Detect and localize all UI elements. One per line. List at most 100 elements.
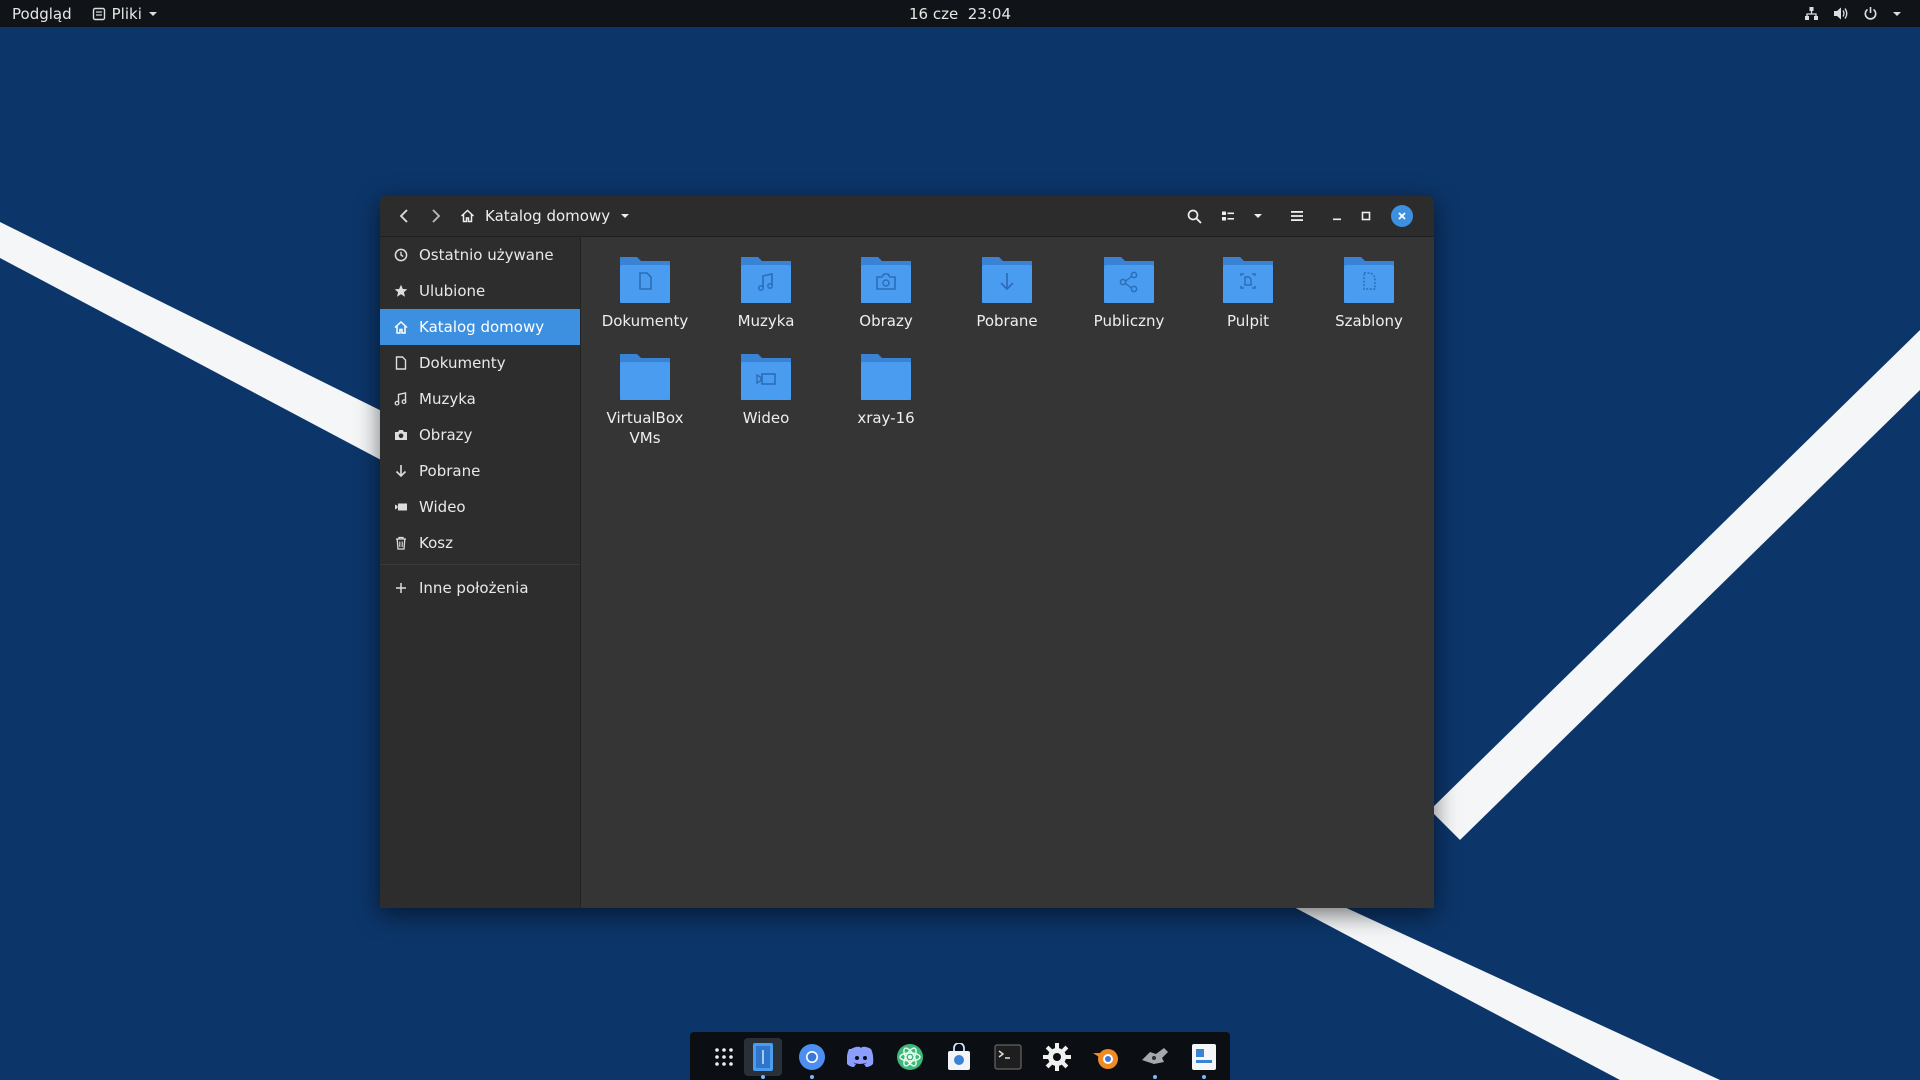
dock-discord[interactable] xyxy=(842,1038,880,1076)
view-mode-button[interactable] xyxy=(1214,202,1242,230)
sidebar-item-label: Katalog domowy xyxy=(419,318,545,336)
folder-label: VirtualBox VMs xyxy=(606,409,684,447)
plus-icon xyxy=(396,583,406,593)
dock xyxy=(690,1032,1230,1080)
sidebar-item-home[interactable]: Katalog domowy xyxy=(380,309,580,345)
close-button[interactable] xyxy=(1390,202,1414,230)
activities-label: Podgląd xyxy=(12,4,72,23)
maximize-button[interactable] xyxy=(1354,202,1378,230)
network-icon[interactable] xyxy=(1804,6,1819,21)
folder-share-icon xyxy=(1104,257,1154,303)
sidebar-item-videos[interactable]: Wideo xyxy=(380,489,580,525)
gear-icon xyxy=(1043,1043,1071,1071)
sidebar-item-trash[interactable]: Kosz xyxy=(380,525,580,561)
sidebar-item-downloads[interactable]: Pobrane xyxy=(380,453,580,489)
back-button[interactable] xyxy=(392,202,416,230)
folder-item-templates[interactable]: Szablony xyxy=(1314,243,1424,335)
sidebar-item-label: Kosz xyxy=(419,534,453,552)
folder-item-videos[interactable]: Wideo xyxy=(711,340,821,432)
dock-files[interactable] xyxy=(744,1038,782,1079)
search-button[interactable] xyxy=(1180,202,1208,230)
folder-item-downloads[interactable]: Pobrane xyxy=(952,243,1062,335)
folder-item-virtualbox[interactable]: VirtualBox VMs xyxy=(590,340,700,452)
sidebar-item-recent[interactable]: Ostatnio używane xyxy=(380,237,580,273)
minimize-button[interactable] xyxy=(1325,202,1349,230)
sidebar-item-other-locations[interactable]: Inne położenia xyxy=(380,570,580,606)
sidebar-item-pictures[interactable]: Obrazy xyxy=(380,417,580,453)
folder-label: Obrazy xyxy=(859,312,913,330)
terminal-icon xyxy=(994,1044,1022,1070)
app-menu-button[interactable]: Pliki xyxy=(92,5,158,23)
folder-item-desktop[interactable]: Pulpit xyxy=(1193,243,1303,335)
document-icon xyxy=(395,356,407,370)
running-indicator xyxy=(1153,1075,1157,1079)
sidebar-item-documents[interactable]: Dokumenty xyxy=(380,345,580,381)
folder-icon xyxy=(620,257,670,303)
view-options-button[interactable] xyxy=(1246,202,1270,230)
dock-terminal[interactable] xyxy=(989,1038,1027,1076)
file-grid: Dokumenty Muzyka Obrazy Pobrane Publiczn… xyxy=(581,237,1434,908)
location-breadcrumb[interactable]: Katalog domowy xyxy=(460,202,630,230)
maximize-icon xyxy=(1361,211,1371,221)
folder-item-documents[interactable]: Dokumenty xyxy=(590,243,700,335)
folder-video-icon xyxy=(741,354,791,400)
home-icon xyxy=(460,209,475,223)
folder-item-xray[interactable]: xray-16 xyxy=(831,340,941,432)
file-manager-window: Katalog domowy Ostatnio używane Ulubione… xyxy=(380,196,1434,908)
dock-atom[interactable] xyxy=(891,1038,929,1076)
clock[interactable]: 16 cze 23:04 xyxy=(909,5,1011,23)
minimize-icon xyxy=(1333,218,1341,221)
search-icon xyxy=(1187,209,1202,224)
volume-icon[interactable] xyxy=(1833,6,1849,21)
dock-app-grid[interactable] xyxy=(705,1038,743,1076)
forward-button[interactable] xyxy=(424,202,448,230)
folder-item-pictures[interactable]: Obrazy xyxy=(831,243,941,335)
dock-chromium[interactable] xyxy=(793,1038,831,1079)
files-icon xyxy=(753,1043,773,1071)
sidebar-item-label: Ostatnio używane xyxy=(419,246,554,264)
dock-settings[interactable] xyxy=(1038,1038,1076,1076)
sidebar-item-label: Inne położenia xyxy=(419,579,529,597)
menu-button[interactable] xyxy=(1283,202,1311,230)
app-grid-icon xyxy=(715,1048,733,1066)
back-icon xyxy=(399,209,408,223)
sidebar-item-music[interactable]: Muzyka xyxy=(380,381,580,417)
sidebar-item-starred[interactable]: Ulubione xyxy=(380,273,580,309)
sidebar-item-label: Dokumenty xyxy=(419,354,506,372)
sidebar-item-label: Muzyka xyxy=(419,390,476,408)
breadcrumb-label: Katalog domowy xyxy=(485,207,611,225)
folder-label: Szablony xyxy=(1335,312,1403,330)
system-menu-chevron-icon[interactable] xyxy=(1892,11,1902,17)
dock-store[interactable] xyxy=(940,1038,978,1076)
home-icon xyxy=(394,320,408,334)
sidebar-item-label: Wideo xyxy=(419,498,466,516)
folder-templates-icon xyxy=(1344,257,1394,303)
folder-download-icon xyxy=(982,257,1032,303)
chevron-down-icon xyxy=(621,214,630,218)
activities-button[interactable]: Podgląd xyxy=(12,5,72,23)
video-icon xyxy=(395,503,407,511)
chromium-icon xyxy=(799,1044,825,1070)
folder-label: Publiczny xyxy=(1093,312,1165,330)
folder-desktop-icon xyxy=(1223,257,1273,303)
forward-icon xyxy=(432,209,441,223)
star-icon xyxy=(394,284,408,297)
folder-icon xyxy=(861,354,911,400)
folder-label: Dokumenty xyxy=(601,312,689,330)
folder-item-music[interactable]: Muzyka xyxy=(711,243,821,335)
folder-item-public[interactable]: Publiczny xyxy=(1074,243,1184,335)
dock-game[interactable] xyxy=(1136,1038,1174,1079)
folder-pictures-icon xyxy=(861,257,911,303)
sidebar-item-label: Pobrane xyxy=(419,462,481,480)
folder-label: Wideo xyxy=(742,409,790,427)
folder-label: Pobrane xyxy=(976,312,1038,330)
blender-icon xyxy=(1093,1049,1118,1069)
folder-label: Muzyka xyxy=(737,312,795,330)
dock-blender[interactable] xyxy=(1087,1038,1125,1076)
game-icon xyxy=(1142,1048,1168,1064)
music-icon xyxy=(394,392,407,406)
power-icon[interactable] xyxy=(1863,6,1878,21)
dock-app[interactable] xyxy=(1185,1038,1223,1079)
atom-icon xyxy=(897,1044,923,1070)
trash-icon xyxy=(396,536,406,550)
